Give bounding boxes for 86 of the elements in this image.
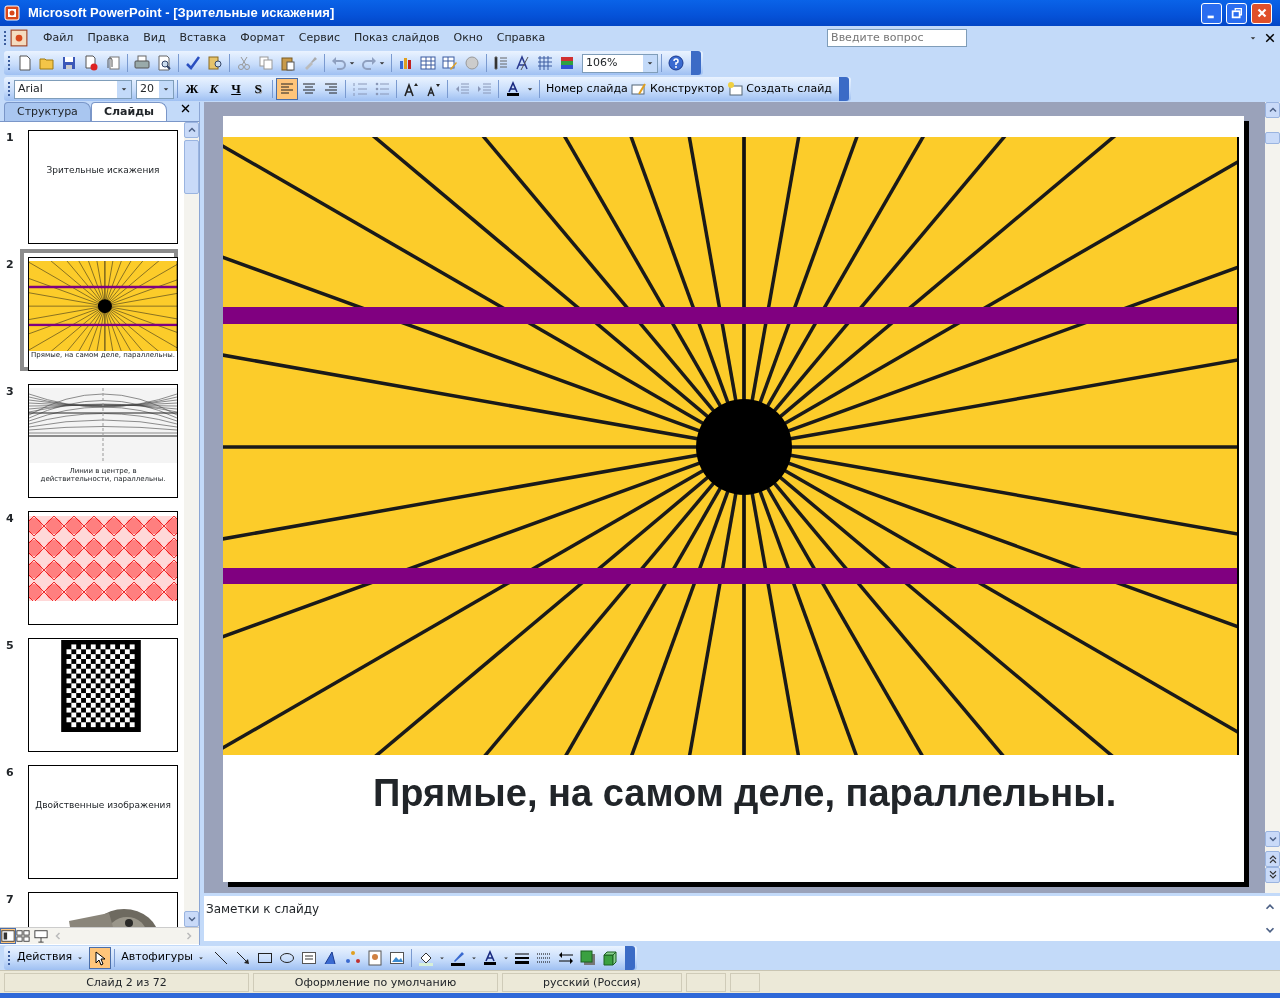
toolbar-command[interactable]: Конструктор — [646, 80, 728, 98]
diagram-icon[interactable] — [344, 949, 361, 966]
toolbar-command[interactable]: Создать слайд — [743, 80, 835, 98]
bullets-icon[interactable] — [374, 81, 390, 97]
shadow-icon[interactable] — [579, 949, 596, 966]
print-preview-icon[interactable] — [156, 55, 172, 71]
status-text: Слайд 2 из 72 — [4, 972, 249, 992]
align-left-icon[interactable] — [279, 81, 295, 97]
italic-button[interactable]: К — [203, 78, 225, 100]
align-right-icon[interactable] — [323, 81, 339, 97]
bold-button[interactable]: Ж — [181, 78, 203, 100]
sorter-view-icon[interactable] — [16, 929, 30, 943]
app-icon[interactable] — [4, 5, 20, 21]
thumbnail-title: Зрительные искажения — [45, 164, 161, 177]
check-icon[interactable] — [185, 55, 201, 71]
text-box-icon[interactable] — [300, 949, 317, 966]
menu-item[interactable]: Вид — [136, 27, 173, 49]
close-icon[interactable] — [1264, 31, 1276, 44]
table-edit-icon[interactable] — [442, 55, 458, 71]
image-icon[interactable] — [388, 949, 405, 966]
slide-number: 6 — [5, 765, 15, 781]
attach-icon[interactable] — [105, 55, 121, 71]
formatting-marks-icon[interactable] — [515, 55, 531, 71]
font-color-icon[interactable] — [481, 949, 498, 966]
slide-thumbnail[interactable] — [28, 511, 178, 625]
scroll-thumb[interactable] — [1265, 132, 1280, 144]
thumbnail-title: Двойственные изображения — [34, 799, 172, 812]
menu-item[interactable]: Окно — [446, 27, 490, 49]
menu-item[interactable]: Правка — [80, 27, 137, 49]
slide-caption: Прямые, на самом деле, параллельны. — [372, 771, 1118, 816]
slideshow-icon[interactable] — [34, 929, 48, 943]
menu-button[interactable]: Автофигуры — [118, 949, 196, 966]
menu-item[interactable]: Вставка — [172, 27, 234, 49]
font-color-icon[interactable] — [505, 81, 521, 97]
grid-icon[interactable] — [537, 55, 553, 71]
toolbar-command[interactable]: Номер слайда — [543, 80, 631, 98]
new-slide-icon[interactable] — [727, 81, 744, 97]
book-icon[interactable] — [207, 55, 223, 71]
slide-number: 7 — [5, 892, 15, 908]
document-icon[interactable] — [10, 29, 28, 47]
line-icon[interactable] — [212, 949, 229, 966]
menu-item[interactable]: Сервис — [291, 27, 347, 49]
question-field[interactable]: Введите вопрос — [827, 29, 968, 47]
font-grow-icon[interactable] — [403, 81, 419, 97]
menu-item[interactable]: Справка — [489, 27, 553, 49]
slide-thumbnail[interactable]: Зрительные искажения — [28, 130, 178, 244]
font-shrink-icon[interactable] — [425, 81, 441, 97]
expand-icon[interactable] — [493, 55, 509, 71]
slide-number: 2 — [5, 257, 15, 273]
cube-icon[interactable] — [601, 949, 618, 966]
pane-tab[interactable]: Слайды — [90, 101, 167, 121]
slide-number: 5 — [5, 638, 15, 654]
table-icon[interactable] — [420, 55, 436, 71]
menu-item[interactable]: Файл — [36, 27, 81, 49]
slide-thumbnail[interactable] — [28, 638, 178, 752]
shadow-button[interactable]: S — [247, 78, 269, 100]
slide-number: 3 — [5, 384, 15, 400]
toolbar-options-button[interactable] — [838, 77, 849, 101]
permission-icon[interactable] — [83, 55, 99, 71]
pane-tab[interactable]: Структура — [4, 101, 91, 121]
color-icon[interactable] — [559, 55, 575, 71]
slide-number: 1 — [5, 130, 15, 146]
paste-icon[interactable] — [280, 55, 296, 71]
chart-icon[interactable] — [398, 55, 414, 71]
scroll-thumb[interactable] — [184, 140, 199, 194]
menu-button[interactable]: Действия — [14, 949, 76, 966]
status-text: Оформление по умолчанию — [253, 972, 498, 992]
close-icon[interactable] — [180, 103, 191, 114]
status-text: русский (Россия) — [502, 972, 682, 992]
slide-number: 4 — [5, 511, 15, 527]
menu-item[interactable]: Формат — [233, 27, 292, 49]
align-center-icon[interactable] — [301, 81, 317, 97]
pen-icon[interactable] — [449, 949, 466, 966]
new-document-icon[interactable] — [17, 55, 33, 71]
normal-view-icon[interactable] — [1, 929, 15, 943]
save-icon[interactable] — [61, 55, 77, 71]
toolbar-options-button[interactable] — [624, 945, 635, 970]
window-title: Microsoft PowerPoint - [Зрительные искажения] — [28, 4, 335, 23]
arrow-icon[interactable] — [234, 949, 251, 966]
design-icon[interactable] — [630, 81, 647, 97]
help-icon[interactable] — [668, 55, 684, 71]
clip-art-icon[interactable] — [366, 949, 383, 966]
underline-button[interactable]: Ч — [225, 78, 247, 100]
slide-thumbnail[interactable]: Двойственные изображения — [28, 765, 178, 879]
menu-item[interactable]: Показ слайдов — [346, 27, 447, 49]
print-icon[interactable] — [134, 55, 150, 71]
